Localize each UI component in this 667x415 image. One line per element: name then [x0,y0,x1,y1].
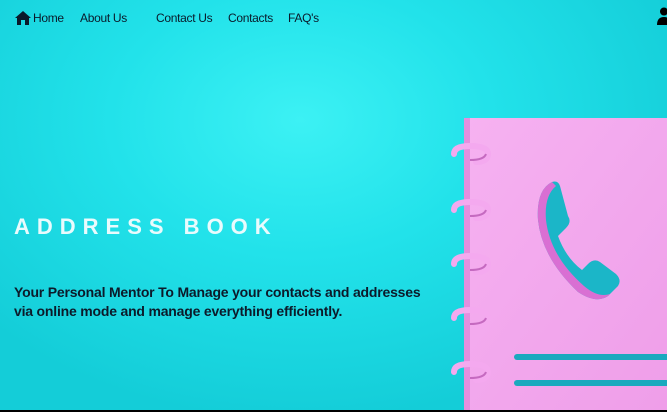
hero-banner: Home About Us Contact Us Contacts FAQ's … [0,0,667,410]
page-title: ADDRESS BOOK [14,214,278,239]
tagline-line-2: via online mode and manage everything ef… [14,303,343,319]
nav-faq-link[interactable]: FAQ's [288,11,319,25]
address-book-illustration [451,118,667,410]
tagline: Your Personal Mentor To Manage your cont… [14,283,434,321]
tagline-line-1: Your Personal Mentor To Manage your cont… [14,284,421,300]
nav-contact-us-link[interactable]: Contact Us [156,11,213,25]
nav-home-link[interactable]: Home [33,11,64,25]
nav-about-link[interactable]: About Us [80,11,127,25]
user-icon[interactable] [657,7,667,25]
bottom-divider [0,410,667,412]
nav-contacts-link[interactable]: Contacts [228,11,273,25]
home-icon[interactable] [15,11,31,25]
